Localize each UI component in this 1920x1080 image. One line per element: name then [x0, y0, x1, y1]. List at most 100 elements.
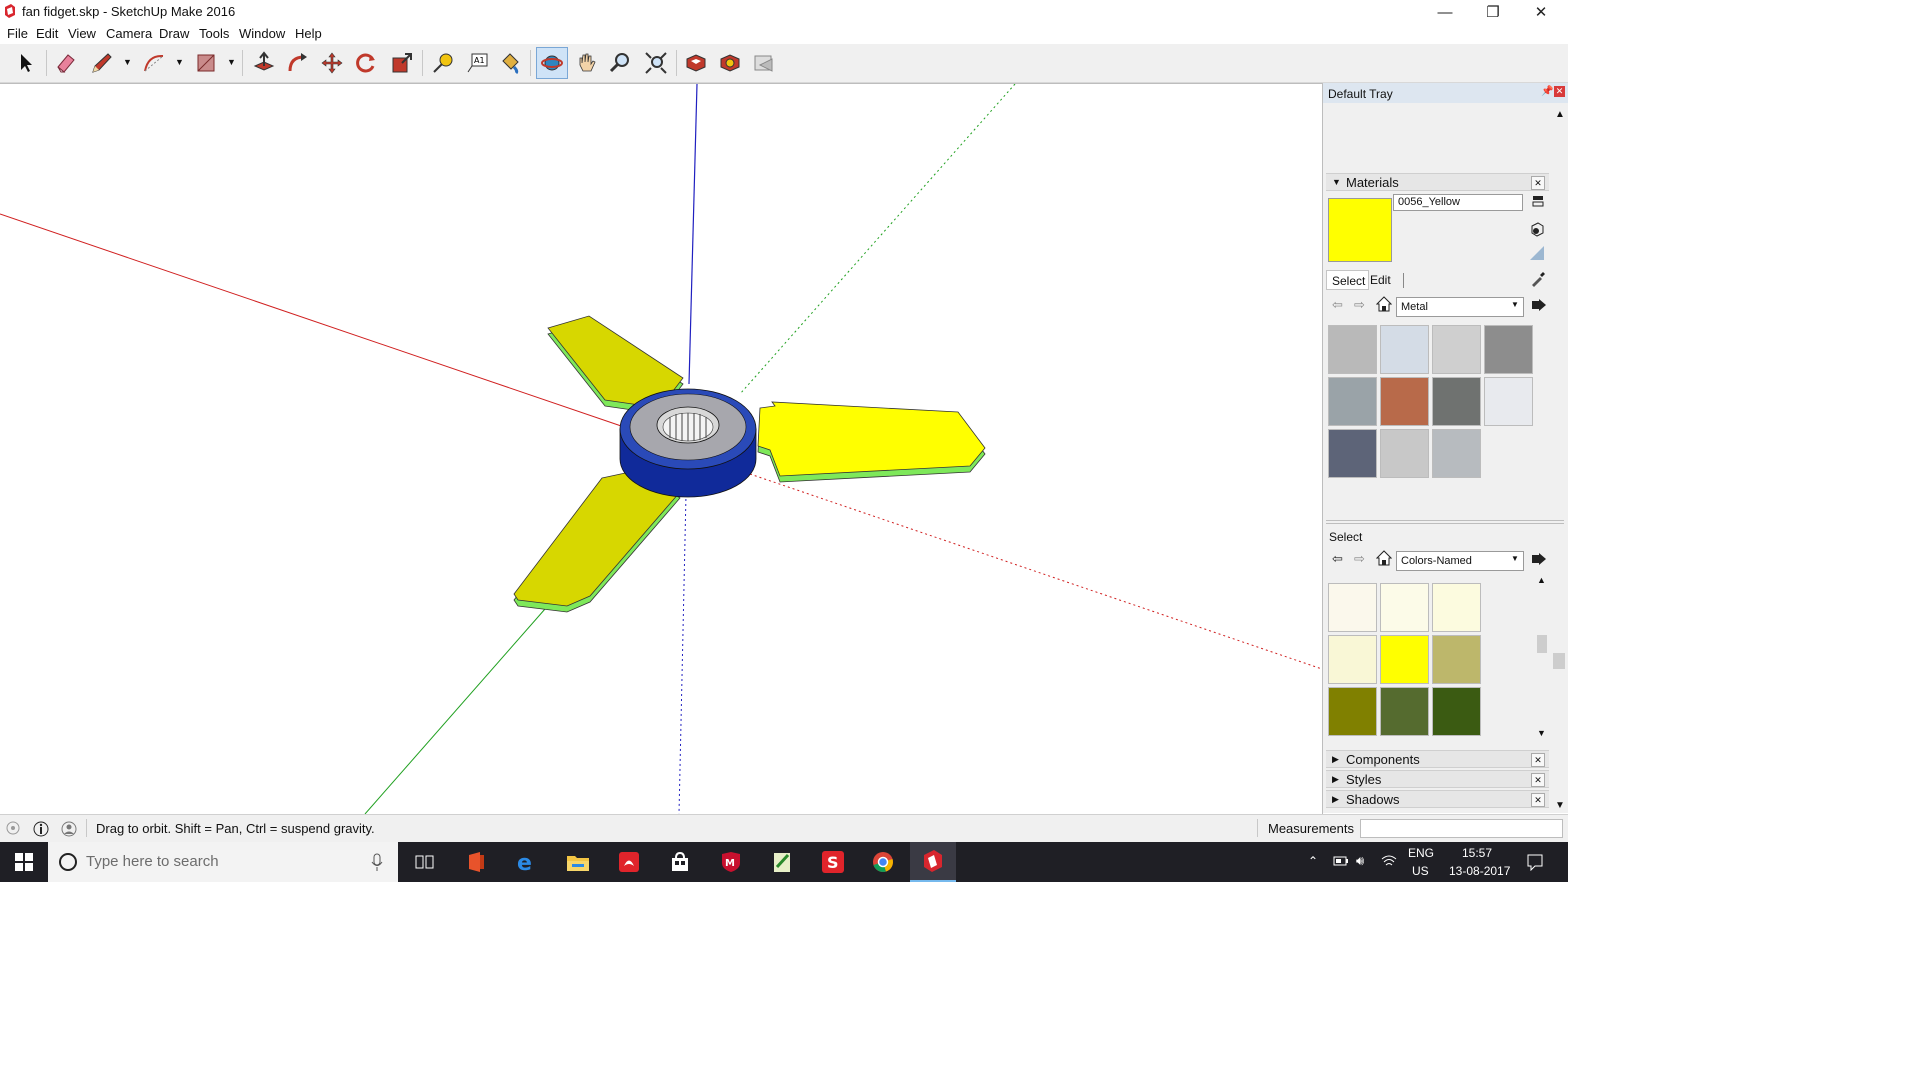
office-icon[interactable] — [453, 842, 499, 882]
tray-scroll-down-icon[interactable]: ▼ — [1555, 800, 1565, 811]
color-material-swatch[interactable] — [1432, 583, 1481, 632]
scroll-up-icon[interactable]: ▲ — [1537, 575, 1546, 585]
acrobat-icon[interactable] — [606, 842, 652, 882]
user-account-icon[interactable] — [61, 821, 77, 837]
library-select-colors-named[interactable]: Colors-Named ▼ — [1396, 551, 1524, 571]
text-icon[interactable]: A1 — [462, 47, 494, 79]
tab-select[interactable]: Select — [1326, 270, 1369, 290]
microphone-icon[interactable] — [370, 852, 384, 872]
metal-material-swatch[interactable] — [1432, 377, 1481, 426]
move-icon[interactable] — [316, 47, 348, 79]
home-icon[interactable] — [1375, 550, 1393, 566]
scroll-thumb[interactable] — [1537, 635, 1547, 653]
color-material-swatch[interactable] — [1380, 635, 1429, 684]
show-hidden-icons-icon[interactable]: ⌃ — [1308, 854, 1318, 868]
edge-icon[interactable]: e — [504, 842, 550, 882]
forward-arrow-icon[interactable]: ⇨ — [1354, 297, 1365, 313]
minimize-button[interactable]: — — [1422, 0, 1468, 24]
arc-icon[interactable] — [138, 47, 170, 79]
modeling-viewport[interactable] — [0, 83, 1323, 814]
rectangle-icon[interactable] — [190, 47, 222, 79]
mcafee-icon[interactable]: M — [708, 842, 754, 882]
color-material-swatch[interactable] — [1328, 635, 1377, 684]
color-material-swatch[interactable] — [1432, 635, 1481, 684]
battery-icon[interactable] — [1333, 854, 1349, 868]
shadows-panel-header[interactable]: ▶ Shadows ✕ — [1326, 790, 1549, 808]
display-secondary-pane-icon[interactable] — [1531, 194, 1545, 208]
tray-close-icon[interactable]: ✕ — [1554, 86, 1565, 97]
menu-help[interactable]: Help — [295, 26, 322, 41]
tray-scroll-up-icon[interactable]: ▲ — [1555, 109, 1565, 120]
details-arrow-icon[interactable] — [1531, 551, 1547, 567]
metal-material-swatch[interactable] — [1432, 325, 1481, 374]
eraser-icon[interactable] — [50, 47, 82, 79]
components-panel-header[interactable]: ▶ Components ✕ — [1326, 750, 1549, 768]
pencil-dropdown-icon[interactable]: ▼ — [123, 57, 132, 67]
orbit-icon[interactable] — [536, 47, 568, 79]
sketchup-icon[interactable] — [910, 842, 956, 882]
forward-arrow-icon[interactable]: ⇨ — [1354, 551, 1365, 567]
metal-material-swatch[interactable] — [1484, 377, 1533, 426]
windows-start-icon[interactable] — [1, 842, 47, 882]
menu-edit[interactable]: Edit — [36, 26, 58, 41]
scale-icon[interactable] — [386, 47, 418, 79]
3d-warehouse-icon[interactable] — [680, 47, 712, 79]
store-icon[interactable] — [657, 842, 703, 882]
zoom-extents-icon[interactable] — [640, 47, 672, 79]
menu-window[interactable]: Window — [239, 26, 285, 41]
3d-scene[interactable] — [0, 84, 1322, 814]
send-to-layout-icon[interactable] — [748, 47, 780, 79]
keyboard-layout[interactable]: US — [1412, 864, 1429, 878]
wifi-icon[interactable] — [1381, 854, 1397, 868]
metal-material-swatch[interactable] — [1380, 429, 1429, 478]
styles-close-icon[interactable]: ✕ — [1531, 773, 1545, 787]
language-code[interactable]: ENG — [1408, 846, 1434, 860]
menu-file[interactable]: File — [7, 26, 28, 41]
library-select-metal[interactable]: Metal ▼ — [1396, 297, 1524, 317]
action-center-icon[interactable] — [1526, 853, 1544, 872]
color-material-swatch[interactable] — [1432, 687, 1481, 736]
restore-button[interactable]: ❐ — [1470, 0, 1516, 24]
details-arrow-icon[interactable] — [1531, 297, 1547, 313]
zoom-icon[interactable] — [604, 47, 636, 79]
materials-panel-header[interactable]: ▼ Materials ✕ — [1326, 173, 1549, 191]
volume-icon[interactable]: 🔊︎ — [1356, 853, 1364, 869]
color-material-swatch[interactable] — [1328, 687, 1377, 736]
menu-draw[interactable]: Draw — [159, 26, 189, 41]
default-material-icon[interactable] — [1529, 245, 1545, 261]
metal-material-swatch[interactable] — [1484, 325, 1533, 374]
select-arrow-icon[interactable] — [10, 47, 42, 79]
create-material-icon[interactable] — [1529, 221, 1545, 237]
credits-icon[interactable] — [33, 821, 49, 837]
close-button[interactable]: ✕ — [1518, 0, 1564, 24]
colors-swatch-viewport[interactable] — [1326, 573, 1538, 743]
extension-warehouse-icon[interactable] — [714, 47, 746, 79]
sketch-app-icon[interactable]: S — [810, 842, 856, 882]
notepad-icon[interactable] — [759, 842, 805, 882]
shape-dropdown-icon[interactable]: ▼ — [227, 57, 236, 67]
follow-me-icon[interactable] — [282, 47, 314, 79]
metal-material-swatch[interactable] — [1380, 377, 1429, 426]
metal-material-swatch[interactable] — [1328, 377, 1377, 426]
measurements-input[interactable] — [1360, 819, 1563, 838]
metal-material-swatch[interactable] — [1380, 325, 1429, 374]
color-material-swatch[interactable] — [1328, 583, 1377, 632]
metal-material-swatch[interactable] — [1328, 429, 1377, 478]
material-name-field[interactable]: 0056_Yellow — [1393, 194, 1523, 211]
push-pull-icon[interactable] — [248, 47, 280, 79]
pencil-line-icon[interactable] — [86, 47, 118, 79]
colors-scrollbar[interactable]: ▲ ▼ — [1536, 575, 1548, 741]
file-explorer-icon[interactable] — [555, 842, 601, 882]
metal-material-swatch[interactable] — [1432, 429, 1481, 478]
pan-hand-icon[interactable] — [570, 47, 602, 79]
shadows-close-icon[interactable]: ✕ — [1531, 793, 1545, 807]
pin-icon[interactable]: 📌 — [1541, 86, 1553, 97]
color-material-swatch[interactable] — [1380, 583, 1429, 632]
taskbar-search-box[interactable]: Type here to search — [48, 842, 398, 882]
home-icon[interactable] — [1375, 296, 1393, 312]
task-view-icon[interactable] — [402, 842, 448, 882]
tab-edit[interactable]: Edit — [1370, 273, 1391, 287]
tray-scroll-thumb[interactable] — [1553, 653, 1565, 669]
geolocation-icon[interactable] — [6, 821, 20, 835]
paint-bucket-icon[interactable] — [494, 47, 526, 79]
